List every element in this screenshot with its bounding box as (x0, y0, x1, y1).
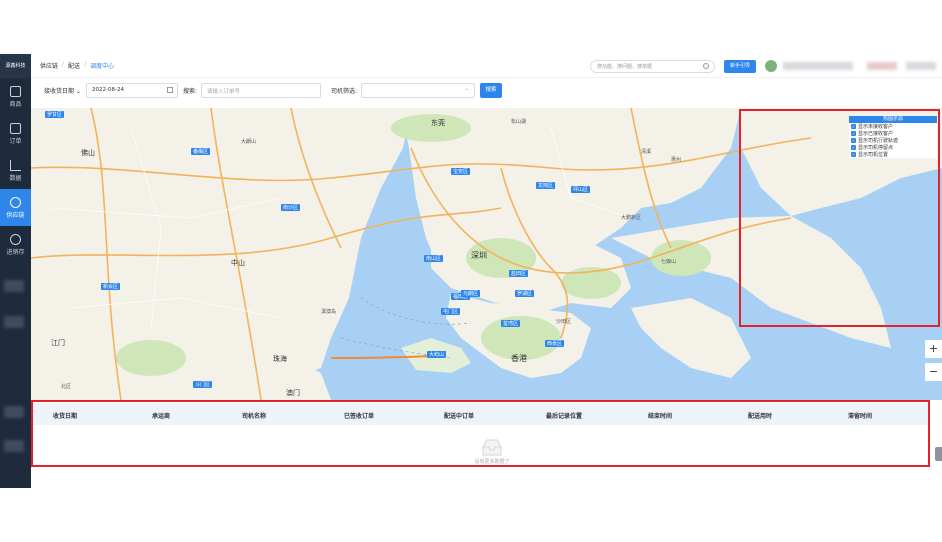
driver-filter-label: 司机筛选: (331, 88, 358, 95)
sidebar-item-data[interactable]: 数据 (0, 152, 31, 189)
breadcrumb-current: 调度中心 (90, 63, 115, 70)
chevron-down-icon: ⌄ (464, 86, 469, 92)
bag-icon (10, 85, 21, 97)
map-label: 中山 (231, 259, 245, 267)
map-label: 惠州 (671, 157, 682, 163)
map-label: 珠海 (273, 355, 287, 363)
highlight-box (31, 400, 930, 467)
order-icon (10, 122, 21, 134)
user-menu[interactable] (906, 62, 936, 70)
user-menu[interactable] (867, 62, 897, 70)
map-label: 荃湾区 (501, 320, 521, 327)
user-name[interactable] (783, 62, 853, 70)
driver-select[interactable]: ⌄ (361, 83, 475, 98)
sidebar-item-label: 数据 (9, 174, 22, 182)
sidebar-item-goods[interactable]: 商品 (0, 78, 31, 115)
map-label: 斗门区 (193, 381, 213, 388)
map-label: 南沙区 (281, 204, 301, 211)
map-label: 坪山区 (571, 186, 591, 193)
map-label: 北区 (61, 384, 72, 390)
park-area (116, 340, 186, 376)
beginner-guide-button[interactable]: 新手引导 (724, 60, 756, 73)
sidebar-item-label: 订单 (9, 137, 22, 145)
brand-logo: 源鑫科技 (0, 54, 31, 78)
hidden-menu-item[interactable] (4, 440, 24, 452)
date-picker[interactable]: 2022-08-24 (86, 83, 178, 98)
search-label: 搜索: (183, 88, 198, 95)
calendar-icon (167, 87, 173, 93)
map-label: 清溪 (641, 149, 652, 155)
map-label: 西贡区 (545, 340, 565, 347)
hidden-menu-item[interactable] (4, 406, 24, 418)
sidebar-item-inventory[interactable]: 进销存 (0, 226, 31, 263)
map-label: 淇澳岛 (321, 309, 337, 315)
hidden-menu-item[interactable] (4, 280, 24, 292)
map-label: 大屿山 (427, 351, 447, 358)
sidebar-item-label: 进销存 (6, 248, 25, 256)
sidebar-item-orders[interactable]: 订单 (0, 115, 31, 152)
park-area (651, 240, 711, 276)
map-label: 澳门 (286, 389, 300, 397)
global-search-input[interactable]: 搜功能、搜问题、搜单据 (590, 60, 715, 73)
map-label: 龙岗区 (536, 182, 556, 189)
date-type-select[interactable]: 接收货日期 ⌄ (44, 86, 81, 95)
breadcrumb-item[interactable]: 供应链 (40, 61, 58, 70)
search-button[interactable]: 搜索 (480, 83, 502, 98)
map-label: 深圳 (471, 251, 487, 260)
highlight-box (739, 109, 940, 327)
map-label: 佛山 (81, 149, 95, 157)
map-label: 沙田区 (556, 319, 572, 325)
hidden-menu-item[interactable] (4, 316, 24, 328)
sidebar-item-label: 商品 (9, 100, 22, 108)
map-label: 松山湖 (511, 119, 527, 125)
search-placeholder: 搜功能、搜问题、搜单据 (597, 64, 653, 70)
map-label: 屯门区 (441, 308, 461, 315)
sidebar-item-label: 供应链 (6, 211, 25, 219)
map-label: 南山区 (424, 255, 444, 262)
chart-icon (10, 159, 21, 171)
side-panel-toggle[interactable] (935, 447, 942, 461)
avatar[interactable] (765, 60, 777, 72)
map-label: 东莞 (431, 119, 445, 127)
land-peninsula (631, 298, 751, 378)
map-label: 大鹏新区 (621, 215, 642, 221)
map-label: 盐田区 (509, 270, 529, 277)
zoom-out-button[interactable]: − (925, 363, 942, 381)
filter-bar: 接收货日期 ⌄ 2022-08-24 搜索: 请输入订单号 司机筛选: ⌄ 搜索 (31, 80, 942, 102)
order-search-input[interactable]: 请输入订单号 (201, 83, 321, 98)
breadcrumb: 供应链 / 配送 / 调度中心 (40, 61, 115, 70)
map-label: 江门 (51, 339, 65, 347)
map-label: 宝安区 (451, 168, 471, 175)
map-label: 罗甘区 (45, 111, 65, 118)
sidebar-item-supply-chain[interactable]: 供应链 (0, 189, 31, 226)
breadcrumb-item[interactable]: 配送 (68, 61, 80, 70)
map-label: 元朗区 (461, 290, 481, 297)
map-label: 罗湖区 (515, 290, 535, 297)
share-icon (10, 196, 21, 208)
search-icon[interactable] (703, 63, 709, 69)
map-label: 七娘山 (661, 259, 677, 265)
map-label: 新会区 (101, 283, 121, 290)
map-label: 番禺区 (191, 148, 211, 155)
zoom-in-button[interactable]: + (925, 340, 942, 358)
inventory-icon (10, 233, 21, 245)
top-bar: 供应链 / 配送 / 调度中心 搜功能、搜问题、搜单据 新手引导 (31, 54, 942, 78)
map-label: 香港 (511, 354, 527, 363)
sidebar: 源鑫科技 商品 订单 数据 供应链 进销存 (0, 54, 31, 488)
map-label: 大朗山 (241, 139, 257, 145)
